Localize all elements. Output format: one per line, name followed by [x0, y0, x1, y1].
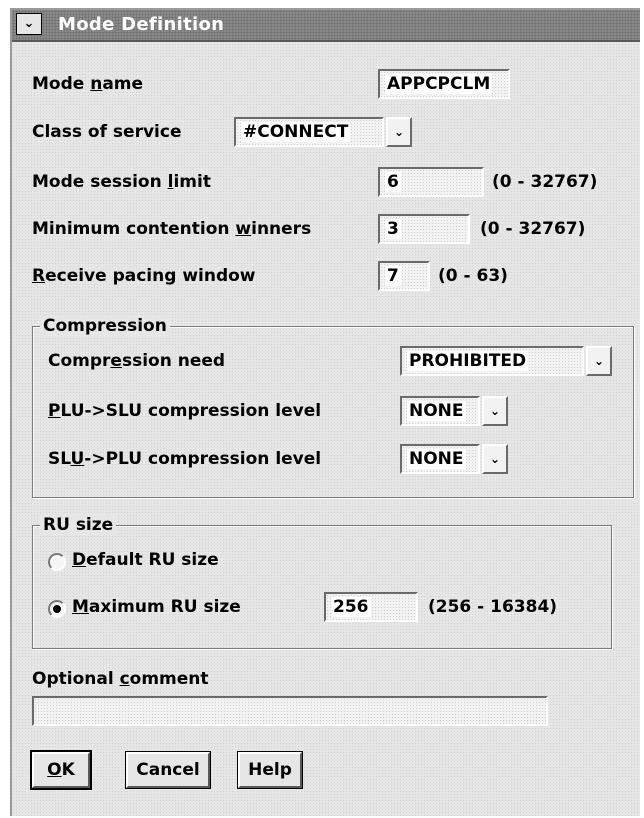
title-bar[interactable]: ⌄ Mode Definition	[12, 10, 640, 42]
slu-plu-compression-label: SLU->PLU compression level	[48, 449, 322, 469]
class-of-service-label: Class of service	[32, 122, 182, 142]
ok-button[interactable]: OK	[30, 750, 92, 790]
slu-plu-dropdown-icon[interactable]: ⌄	[482, 444, 508, 474]
plu-slu-dropdown-icon[interactable]: ⌄	[482, 396, 508, 426]
min-contention-winners-range: (0 - 32767)	[480, 219, 586, 239]
maximum-ru-size-radio[interactable]	[48, 600, 66, 618]
class-of-service-dropdown-icon[interactable]: ⌄	[386, 117, 412, 147]
window-title: Mode Definition	[58, 14, 225, 35]
mode-session-limit-range: (0 - 32767)	[492, 172, 598, 192]
optional-comment-label: Optional comment	[32, 669, 209, 689]
cancel-button[interactable]: Cancel	[125, 751, 211, 789]
class-of-service-select[interactable]: #CONNECT	[234, 117, 384, 147]
maximum-ru-size-range: (256 - 16384)	[428, 597, 558, 617]
mode-name-label: Mode name	[32, 74, 144, 94]
min-contention-winners-input[interactable]: 3	[378, 214, 470, 244]
maximum-ru-size-input[interactable]: 256	[324, 592, 418, 622]
compression-need-select[interactable]: PROHIBITED	[400, 346, 584, 376]
help-button[interactable]: Help	[237, 751, 303, 789]
ru-size-group	[32, 525, 612, 649]
receive-pacing-window-input[interactable]: 7	[378, 261, 430, 291]
compression-need-dropdown-icon[interactable]: ⌄	[586, 346, 612, 376]
min-contention-winners-label: Minimum contention winners	[32, 219, 312, 239]
maximum-ru-size-label[interactable]: Maximum RU size	[72, 597, 241, 617]
receive-pacing-window-range: (0 - 63)	[438, 266, 508, 286]
plu-slu-compression-select[interactable]: NONE	[400, 396, 480, 426]
default-ru-size-label[interactable]: Default RU size	[72, 550, 219, 570]
system-menu-icon[interactable]: ⌄	[16, 13, 42, 35]
ru-size-legend: RU size	[40, 515, 117, 535]
mode-session-limit-input[interactable]: 6	[378, 167, 484, 197]
default-ru-size-radio[interactable]	[48, 553, 66, 571]
optional-comment-input[interactable]	[32, 696, 548, 726]
compression-legend: Compression	[40, 316, 170, 336]
receive-pacing-window-label: Receive pacing window	[32, 266, 256, 286]
mode-definition-window: ⌄ Mode Definition Mode name APPCPCLM Cla…	[10, 8, 640, 816]
plu-slu-compression-label: PLU->SLU compression level	[48, 401, 322, 421]
compression-need-label: Compression need	[48, 351, 226, 371]
mode-session-limit-label: Mode session limit	[32, 172, 211, 192]
slu-plu-compression-select[interactable]: NONE	[400, 444, 480, 474]
mode-name-input[interactable]: APPCPCLM	[378, 69, 510, 99]
